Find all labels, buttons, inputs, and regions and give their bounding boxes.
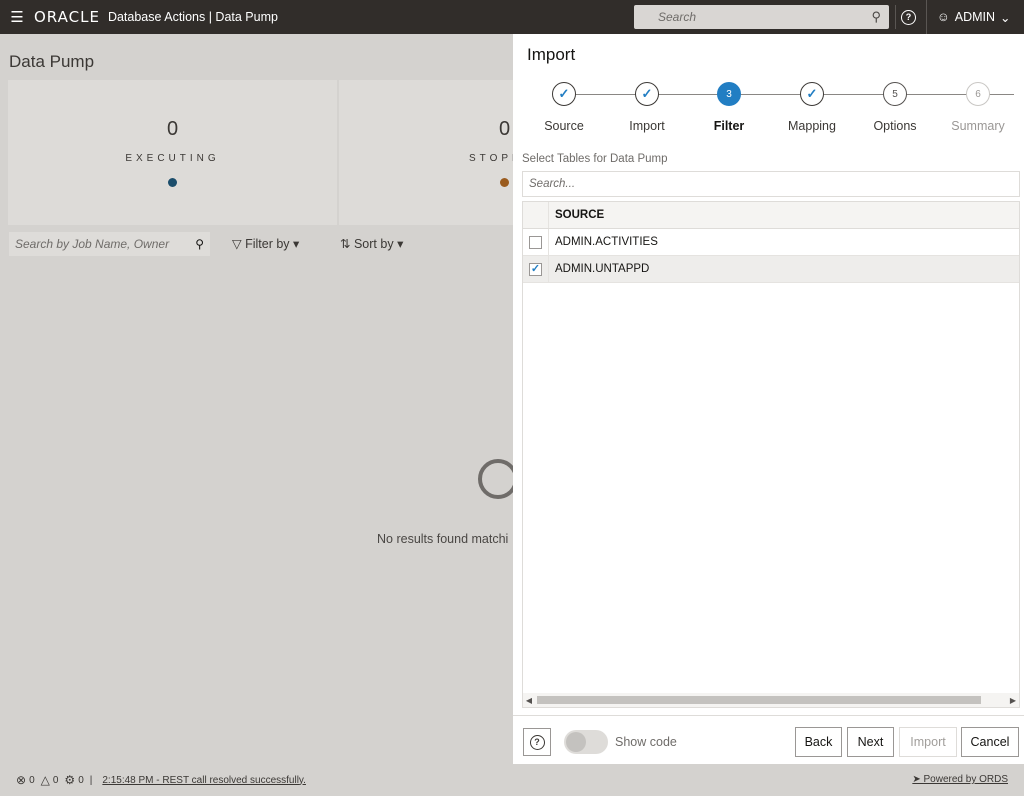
table-search-input[interactable]: Search... xyxy=(522,171,1020,197)
job-search-placeholder: Search by Job Name, Owner xyxy=(15,237,170,251)
powered-by-text: Powered by ORDS xyxy=(923,774,1008,785)
grid-header: SOURCE xyxy=(523,202,1019,229)
step-filter[interactable]: 3 Filter xyxy=(687,82,771,133)
sort-by-button[interactable]: ⇅ Sort by ▾ xyxy=(340,236,403,251)
job-search-input[interactable]: Search by Job Name, Owner ⚲ xyxy=(9,232,210,256)
step-summary-label: Summary xyxy=(951,119,1005,133)
global-search-input[interactable]: Search ⚲ xyxy=(634,5,889,29)
executing-card[interactable]: 0 EXECUTING xyxy=(8,80,337,225)
gear-icon[interactable]: ⚙ xyxy=(64,773,75,787)
wizard-help-button[interactable]: ? xyxy=(523,728,551,756)
step-import-check-icon: ✓ xyxy=(635,82,659,106)
user-name: ADMIN xyxy=(954,10,996,24)
executing-count: 0 xyxy=(166,118,179,140)
table-row[interactable]: ✓ ADMIN.UNTAPPD xyxy=(523,256,1019,283)
wizard-train: ✓ Source ✓ Import 3 Filter ✓ Mapping 5 O… xyxy=(513,82,1024,142)
sort-by-label: Sort by xyxy=(353,237,394,251)
toggle-knob xyxy=(566,732,586,752)
import-drawer: Import ✓ Source ✓ Import 3 Filter ✓ Mapp… xyxy=(513,34,1024,764)
show-code-toggle[interactable] xyxy=(564,730,608,754)
executing-status-dot xyxy=(168,178,177,187)
oracle-logo: ORACLE xyxy=(34,8,100,26)
filter-by-button[interactable]: ▽ Filter by ▾ xyxy=(232,236,299,251)
empty-search-icon xyxy=(478,459,518,499)
product-title: Database Actions | Data Pump xyxy=(107,10,278,24)
filter-by-label: Filter by xyxy=(245,237,290,251)
table-row[interactable]: ADMIN.ACTIVITIES xyxy=(523,229,1019,256)
search-icon[interactable]: ⚲ xyxy=(871,9,881,25)
step-mapping-label: Mapping xyxy=(788,119,836,133)
scrollbar-thumb[interactable] xyxy=(537,696,981,704)
step-import[interactable]: ✓ Import xyxy=(605,82,689,133)
step-mapping[interactable]: ✓ Mapping xyxy=(770,82,854,133)
horizontal-scrollbar[interactable]: ◀ ▶ xyxy=(523,693,1019,707)
cancel-button[interactable]: Cancel xyxy=(961,727,1019,757)
stopped-status-dot xyxy=(500,178,509,187)
show-code-label: Show code xyxy=(615,735,677,749)
rocket-icon: ➤ xyxy=(912,774,924,785)
step-options[interactable]: 5 Options xyxy=(853,82,937,133)
filter-icon: ▽ xyxy=(232,237,242,251)
select-tables-label: Select Tables for Data Pump xyxy=(522,153,668,165)
row-checkbox-checked[interactable]: ✓ xyxy=(529,262,542,276)
scroll-left-icon[interactable]: ◀ xyxy=(523,696,535,705)
user-icon: ☺ xyxy=(937,10,950,24)
global-search-placeholder: Search xyxy=(658,10,697,24)
help-icon: ? xyxy=(529,734,545,750)
status-bar: ⊗ 0 △ 0 ⚙ 0 | 2:15:48 PM - REST call res… xyxy=(0,764,1024,796)
caret-down-icon: ▾ xyxy=(397,237,404,251)
top-bar: ☰ ORACLE Database Actions | Data Pump Se… xyxy=(0,0,1024,34)
step-summary: 6 Summary xyxy=(936,82,1020,133)
row-source-name: ADMIN.UNTAPPD xyxy=(555,263,650,275)
empty-results-text: No results found matchi xyxy=(377,532,509,546)
row-checkbox-cell xyxy=(523,229,549,255)
step-import-label: Import xyxy=(629,119,665,133)
page-title: Data Pump xyxy=(9,52,95,71)
status-message-link[interactable]: 2:15:48 PM - REST call resolved successf… xyxy=(102,775,306,786)
error-icon[interactable]: ⊗ xyxy=(16,773,26,787)
step-source-check-icon: ✓ xyxy=(552,82,576,106)
warning-icon[interactable]: △ xyxy=(41,773,50,787)
step-options-label: Options xyxy=(873,119,917,133)
step-mapping-check-icon: ✓ xyxy=(800,82,824,106)
error-count: 0 xyxy=(29,774,35,786)
source-column-header[interactable]: SOURCE xyxy=(549,209,604,221)
row-checkbox-cell: ✓ xyxy=(523,256,549,282)
stopped-card[interactable]: 0 STOPP xyxy=(339,80,519,225)
select-all-cell xyxy=(523,202,549,228)
executing-label: EXECUTING xyxy=(125,153,220,164)
table-search-placeholder: Search... xyxy=(529,178,576,190)
import-button: Import xyxy=(899,727,957,757)
warning-count: 0 xyxy=(52,774,59,786)
search-icon: ⚲ xyxy=(195,237,204,251)
step-filter-label: Filter xyxy=(713,119,745,133)
step-source-label: Source xyxy=(544,119,584,133)
chevron-down-icon: ⌄ xyxy=(1000,10,1011,25)
row-source-name: ADMIN.ACTIVITIES xyxy=(555,236,658,248)
powered-by-ords-link[interactable]: ➤ Powered by ORDS xyxy=(912,774,1008,785)
job-status-cards: 0 EXECUTING 0 STOPP xyxy=(8,80,519,225)
help-icon: ? xyxy=(901,9,916,25)
user-menu[interactable]: ☺ ADMIN ⌄ xyxy=(926,0,1024,34)
step-source[interactable]: ✓ Source xyxy=(522,82,606,133)
next-button[interactable]: Next xyxy=(847,727,894,757)
help-button[interactable]: ? xyxy=(895,5,921,29)
back-button[interactable]: Back xyxy=(795,727,842,757)
sort-icon: ⇅ xyxy=(340,237,351,251)
status-divider: | xyxy=(89,774,93,786)
hamburger-icon[interactable]: ☰ xyxy=(0,0,34,34)
drawer-footer: ? Show code Back Next Import Cancel xyxy=(513,715,1024,764)
caret-down-icon: ▾ xyxy=(293,237,300,251)
tables-grid: SOURCE ADMIN.ACTIVITIES ✓ ADMIN.UNTAPPD … xyxy=(522,201,1020,708)
task-count: 0 xyxy=(78,774,84,786)
step-filter-number: 3 xyxy=(717,82,741,106)
step-options-number: 5 xyxy=(883,82,907,106)
drawer-title: Import xyxy=(527,45,576,64)
scroll-right-icon[interactable]: ▶ xyxy=(1007,696,1019,705)
row-checkbox[interactable] xyxy=(529,235,542,249)
step-summary-number: 6 xyxy=(966,82,990,106)
